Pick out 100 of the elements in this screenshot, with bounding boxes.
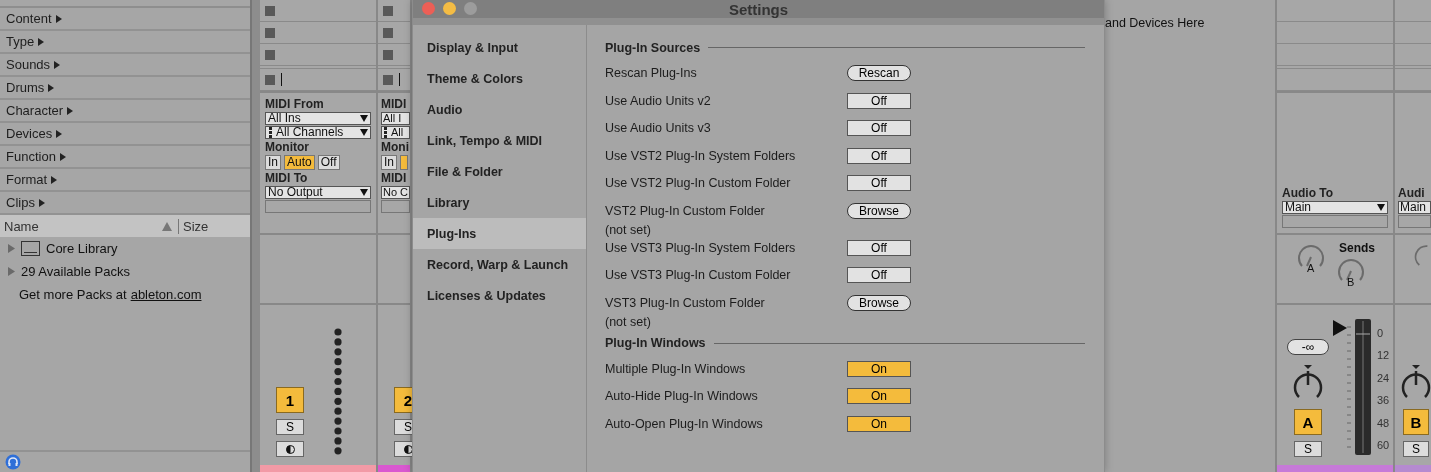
stop-clips-icon[interactable] (383, 74, 393, 85)
action-button[interactable]: Rescan (847, 65, 911, 81)
output-dropdown[interactable]: Main (1398, 201, 1431, 214)
setting-note: (not set) (605, 222, 652, 237)
half-circle-icon (285, 444, 295, 454)
monitor-button[interactable]: Off (317, 155, 340, 170)
toggle-button[interactable]: Off (847, 120, 911, 136)
clip-slot-stop-icon[interactable] (265, 49, 275, 60)
category-label: Function (6, 149, 56, 164)
section-label: MIDI (381, 97, 408, 111)
stop-clips-icon[interactable] (265, 74, 275, 85)
solo-button[interactable]: S (1294, 441, 1322, 457)
category-label: Clips (6, 195, 35, 210)
settings-tab[interactable]: Audio (413, 94, 586, 125)
section-label: MIDI To (265, 171, 309, 185)
section-label: Audi (1398, 186, 1426, 200)
channel-icon (268, 127, 273, 138)
toggle-button[interactable]: On (847, 415, 911, 432)
browser-item[interactable]: Core Library (46, 241, 118, 256)
text-cursor-icon (281, 73, 282, 86)
column-header[interactable]: Size (178, 218, 238, 234)
clip-slot-stop-icon[interactable] (265, 5, 275, 16)
monitor-button[interactable]: In (381, 155, 397, 170)
track-activator-button[interactable]: 1 (276, 387, 304, 413)
setting-label: Auto-Hide Plug-In Windows (605, 389, 759, 403)
expand-arrow-icon (51, 175, 58, 184)
toggle-button[interactable]: Off (847, 92, 911, 109)
settings-tab[interactable]: Plug-Ins (413, 218, 586, 249)
browser-category[interactable]: Drums (0, 77, 250, 100)
settings-tab[interactable]: Licenses & Updates (413, 280, 586, 311)
column-header[interactable]: Name (4, 218, 158, 234)
settings-tab[interactable]: Theme & Colors (413, 63, 586, 94)
settings-tab[interactable]: Record, Warp & Launch (413, 249, 586, 280)
browser-category[interactable]: Type (0, 31, 250, 54)
output-channel-field[interactable] (1282, 215, 1388, 228)
clip-slot-stop-icon[interactable] (383, 5, 393, 16)
browser-category[interactable]: Sounds (0, 54, 250, 77)
expand-arrow-icon[interactable] (8, 244, 15, 253)
browser-category[interactable]: Format (0, 169, 250, 192)
toggle-button[interactable]: Off (847, 175, 911, 191)
volume-readout[interactable]: -∞ (1287, 339, 1329, 355)
output-channel-field[interactable] (1398, 215, 1431, 228)
return-track-button[interactable]: B (1403, 409, 1429, 435)
clip-slot-stop-icon[interactable] (383, 27, 393, 38)
solo-button[interactable]: S (1403, 441, 1429, 457)
send-label: B (1347, 276, 1355, 288)
settings-tab[interactable]: Display & Input (413, 32, 586, 63)
toggle-button[interactable]: Off (847, 267, 911, 283)
setting-label: Auto-Open Plug-In Windows (605, 416, 764, 431)
return-track-button[interactable]: A (1294, 409, 1322, 435)
output-channel-field[interactable] (265, 200, 371, 213)
output-dropdown[interactable]: Main (1282, 201, 1388, 214)
monitor-button[interactable]: In (265, 155, 281, 170)
browser-category[interactable]: Character (0, 100, 250, 123)
toggle-button[interactable]: Off (847, 147, 911, 164)
monitor-button[interactable]: Auto (284, 155, 315, 170)
browser-category[interactable]: Devices (0, 123, 250, 146)
action-button[interactable]: Browse (847, 202, 911, 219)
category-label: Type (6, 34, 35, 49)
category-label: Sounds (6, 57, 51, 72)
channel-dropdown[interactable]: All (381, 126, 410, 139)
output-dropdown[interactable]: No C (381, 186, 410, 199)
clip-slot-stop-icon[interactable] (383, 49, 393, 60)
library-icon (21, 241, 40, 256)
input-dropdown[interactable]: All I (381, 112, 410, 125)
setting-label: Use VST3 Plug-In Custom Folder (605, 268, 792, 282)
volume-arrow-icon[interactable] (1333, 320, 1347, 336)
toggle-button[interactable]: On (847, 360, 911, 377)
expand-arrow-icon (55, 14, 62, 23)
arm-button[interactable] (276, 441, 304, 457)
expand-arrow-icon (54, 60, 61, 69)
headphones-icon[interactable] (5, 454, 21, 470)
settings-tab[interactable]: File & Folder (413, 156, 586, 187)
settings-tab[interactable]: Link, Tempo & MIDI (413, 125, 586, 156)
setting-label: Use VST2 Plug-In Custom Folder (605, 176, 792, 190)
output-dropdown[interactable]: No Output (265, 186, 371, 199)
browser-category[interactable]: Function (0, 146, 250, 169)
browser-category[interactable]: Content (0, 8, 250, 31)
meter-scale-label: 0 (1377, 327, 1385, 339)
monitor-button[interactable] (400, 155, 408, 170)
meter-scale-label: 60 (1377, 438, 1390, 451)
category-label: Devices (6, 126, 53, 141)
input-dropdown[interactable]: All Ins (265, 112, 371, 125)
solo-button[interactable]: S (276, 419, 304, 435)
channel-dropdown[interactable]: All Channels (265, 126, 371, 139)
setting-label: VST3 Plug-In Custom Folder (605, 295, 766, 310)
expand-arrow-icon[interactable] (8, 267, 15, 276)
website-link[interactable]: ableton.com (130, 287, 202, 302)
clip-slot-stop-icon[interactable] (265, 27, 275, 38)
meter-scale-label: 48 (1377, 416, 1390, 429)
settings-tab[interactable]: Library (413, 187, 586, 218)
toggle-button[interactable]: Off (847, 239, 911, 256)
toggle-button[interactable]: On (847, 388, 911, 404)
category-label: Format (6, 172, 48, 187)
browser-item[interactable]: 29 Available Packs (21, 264, 130, 279)
output-channel-field[interactable] (381, 200, 410, 213)
action-button[interactable]: Browse (847, 294, 911, 311)
category-label: Content (6, 11, 52, 26)
expand-arrow-icon (38, 198, 45, 207)
minimize-button[interactable] (443, 2, 456, 15)
